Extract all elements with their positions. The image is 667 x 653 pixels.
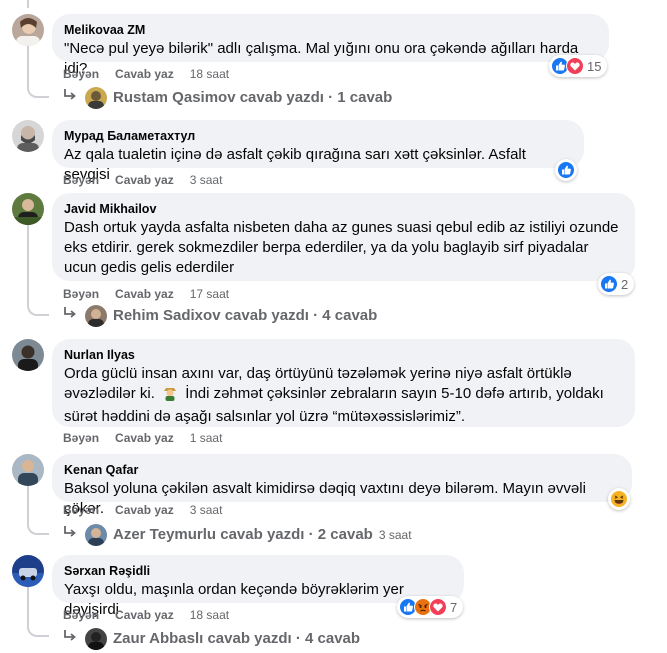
replies-text[interactable]: Azer Teymurlu cavab yazdı · 2 cavab — [113, 525, 373, 545]
view-replies-link[interactable]: Rustam Qasimov cavab yazdı · 1 cavab — [63, 87, 392, 109]
reaction-summary[interactable] — [608, 488, 630, 510]
like-icon — [600, 275, 618, 293]
like-button[interactable]: Bəyən — [63, 607, 99, 623]
timestamp[interactable]: 3 saat — [190, 172, 223, 188]
reply-button[interactable]: Cavab yaz — [115, 430, 174, 446]
thread-line-top — [27, 0, 29, 8]
reaction-summary[interactable] — [555, 159, 577, 181]
comment-text: Orda güclü insan axını var, daş örtüyünü… — [64, 364, 623, 427]
comment-author[interactable]: Nurlan Ilyas — [64, 347, 623, 363]
thread-connector — [27, 515, 49, 535]
replies-text[interactable]: Rehim Sadixov cavab yazdı · 4 cavab — [113, 306, 377, 326]
like-button[interactable]: Bəyən — [63, 502, 99, 518]
comment-text: Dash ortuk yayda asfalta nisbeten daha a… — [64, 219, 619, 276]
avatar[interactable] — [12, 339, 44, 371]
comment-text-line: Orda güclü insan axını var, daş örtüyünü… — [64, 365, 572, 382]
like-icon — [557, 161, 575, 179]
reply-avatar — [85, 524, 107, 546]
timestamp[interactable]: 1 saat — [190, 430, 223, 446]
avatar[interactable] — [12, 555, 44, 587]
thread-line — [27, 225, 29, 301]
reaction-summary[interactable]: 2 — [598, 273, 635, 295]
haha-icon — [610, 490, 628, 508]
comment-text-line: əvəzlədilər ki. — [64, 385, 155, 402]
comment-author[interactable]: Kenan Qafar — [64, 462, 620, 478]
love-icon — [566, 57, 584, 75]
comment-bubble: Kenan Qafar Baksol yoluna çəkilən asvalt… — [52, 454, 632, 517]
avatar[interactable] — [12, 120, 44, 152]
thread-connector — [27, 296, 49, 316]
comment-author[interactable]: Мурад Баламетахтул — [64, 128, 572, 144]
reaction-count: 15 — [587, 58, 602, 74]
reply-button[interactable]: Cavab yaz — [115, 172, 174, 188]
comment-actions: Bəyən Cavab yaz 1 saat — [63, 430, 222, 446]
comment-bubble: Nurlan Ilyas Orda güclü insan axını var,… — [52, 339, 635, 427]
reply-arrow-icon — [63, 88, 77, 108]
timestamp[interactable]: 18 saat — [190, 607, 229, 623]
avatar[interactable] — [12, 193, 44, 225]
reply-avatar — [85, 628, 107, 650]
reply-avatar — [85, 87, 107, 109]
view-replies-link[interactable]: Rehim Sadixov cavab yazdı · 4 cavab — [63, 305, 377, 327]
thread-connector — [27, 80, 49, 98]
comment-bubble: Sərxan Rəşidli Yaxşı oldu, maşınla ordan… — [52, 555, 464, 618]
comment-author[interactable]: Javid Mikhailov — [64, 201, 623, 217]
comment-author[interactable]: Sərxan Rəşidli — [64, 563, 452, 579]
like-button[interactable]: Bəyən — [63, 286, 99, 302]
reaction-summary[interactable]: 15 — [549, 55, 608, 77]
reply-avatar — [85, 305, 107, 327]
reaction-count: 2 — [621, 276, 629, 292]
comment-actions: Bəyən Cavab yaz 18 saat — [63, 607, 229, 623]
comment-text-line: İndi zəhmət çəksinlər zebraların sayın 5… — [185, 385, 604, 402]
comment-bubble: Javid Mikhailov Dash ortuk yayda asfalta… — [52, 193, 635, 281]
comment-text-line: sürət həddini də aşağı salsınlar yol üzr… — [64, 408, 465, 425]
reply-button[interactable]: Cavab yaz — [115, 286, 174, 302]
comment-actions: Bəyən Cavab yaz 18 saat — [63, 66, 229, 82]
reaction-summary[interactable]: 7 — [397, 596, 464, 618]
avatar[interactable] — [12, 454, 44, 486]
reply-button[interactable]: Cavab yaz — [115, 66, 174, 82]
love-icon — [429, 598, 447, 616]
comment-author[interactable]: Melikovaa ZM — [64, 22, 597, 38]
farmer-emoji-icon — [162, 385, 178, 407]
like-button[interactable]: Bəyən — [63, 172, 99, 188]
view-replies-link[interactable]: Azer Teymurlu cavab yazdı · 2 cavab 3 sa… — [63, 524, 412, 546]
reply-button[interactable]: Cavab yaz — [115, 607, 174, 623]
timestamp[interactable]: 18 saat — [190, 66, 229, 82]
reply-arrow-icon — [63, 306, 77, 326]
avatar[interactable] — [12, 14, 44, 46]
comment-bubble: Melikovaa ZM "Necə pul yeyə bilərik" adl… — [52, 14, 609, 77]
reply-button[interactable]: Cavab yaz — [115, 502, 174, 518]
thread-connector — [27, 617, 49, 637]
reaction-count: 7 — [450, 599, 458, 615]
replies-text[interactable]: Zaur Abbaslı cavab yazdı · 4 cavab — [113, 629, 360, 649]
comment-actions: Bəyən Cavab yaz 3 saat — [63, 172, 222, 188]
like-button[interactable]: Bəyən — [63, 66, 99, 82]
like-button[interactable]: Bəyən — [63, 430, 99, 446]
view-replies-link[interactable]: Zaur Abbaslı cavab yazdı · 4 cavab — [63, 628, 360, 650]
reply-arrow-icon — [63, 629, 77, 649]
timestamp[interactable]: 3 saat — [190, 502, 223, 518]
comment-actions: Bəyən Cavab yaz 17 saat — [63, 286, 229, 302]
reply-arrow-icon — [63, 525, 77, 545]
comment-actions: Bəyən Cavab yaz 3 saat — [63, 502, 222, 518]
comment-bubble: Мурад Баламетахтул Az qala tualetin için… — [52, 120, 584, 183]
timestamp[interactable]: 17 saat — [190, 286, 229, 302]
replies-text[interactable]: Rustam Qasimov cavab yazdı · 1 cavab — [113, 88, 392, 108]
replies-timestamp[interactable]: 3 saat — [379, 525, 412, 545]
